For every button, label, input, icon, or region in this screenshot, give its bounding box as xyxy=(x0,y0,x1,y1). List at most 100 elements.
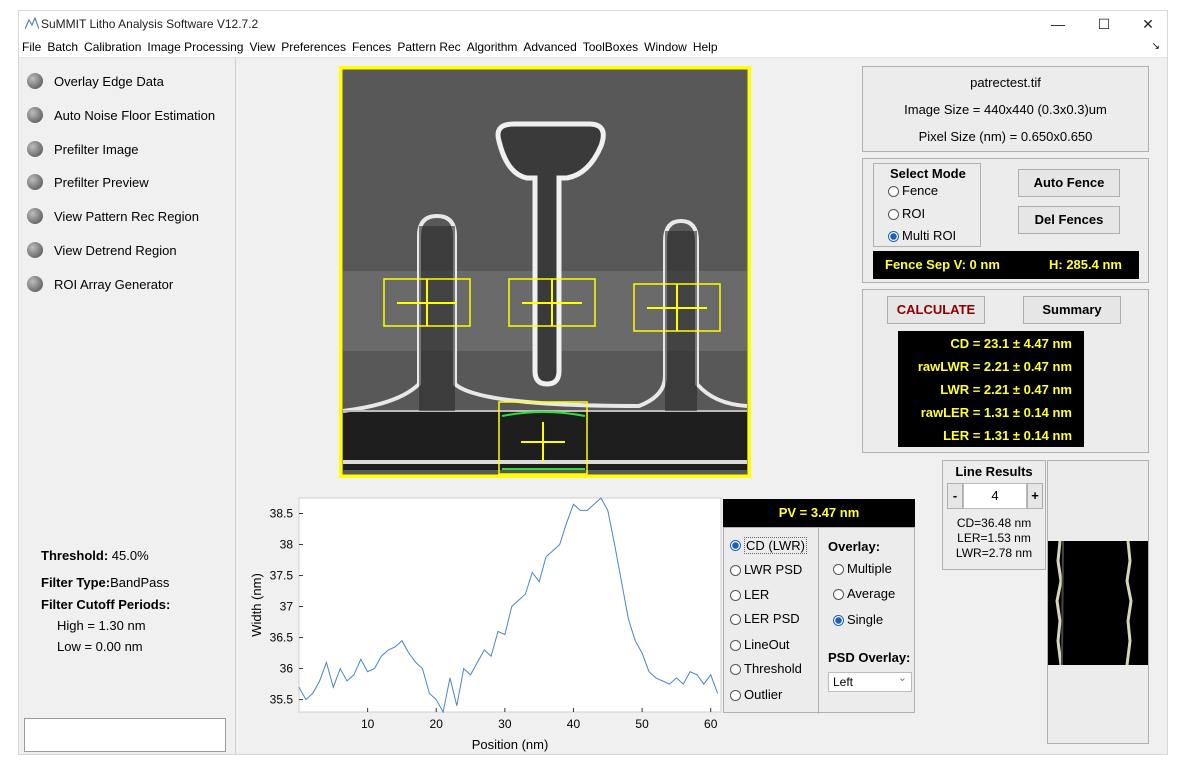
line-index-field[interactable]: 4 xyxy=(963,483,1027,509)
radio-threshold[interactable] xyxy=(730,664,741,675)
y-tick-label: 36.5 xyxy=(270,631,294,645)
close-button[interactable]: ✕ xyxy=(1125,13,1167,35)
toggle-label-roi-array: ROI Array Generator xyxy=(54,277,174,292)
line-preview-panel xyxy=(1047,460,1149,744)
title-bar: SuMMIT Litho Analysis Software V12.7.2 —… xyxy=(19,11,1167,37)
menu-preferences[interactable]: Preferences xyxy=(278,37,349,57)
radio-lineout[interactable] xyxy=(730,640,741,651)
y-tick-label: 37 xyxy=(280,600,294,614)
radio-cd-lwr-label: CD (LWR) xyxy=(744,537,807,554)
radio-fence[interactable] xyxy=(888,186,899,197)
x-tick-label: 10 xyxy=(361,717,375,731)
line-cd: CD=36.48 nm xyxy=(956,516,1032,530)
line-increment-button[interactable]: + xyxy=(1027,483,1043,509)
undock-icon[interactable]: ↘ xyxy=(1149,37,1163,57)
fence-sep-display: Fence Sep V: 0 nm H: 285.4 nm xyxy=(873,251,1139,279)
radio-multi-roi[interactable] xyxy=(888,231,899,242)
toggle-led-roi-array[interactable] xyxy=(27,276,43,292)
summary-button[interactable]: Summary xyxy=(1023,296,1121,324)
menu-view[interactable]: View xyxy=(246,37,278,57)
y-tick-label: 35.5 xyxy=(270,693,294,707)
plot-area xyxy=(298,497,722,713)
result-raw-lwr: rawLWR = 2.21 ± 0.47 nm xyxy=(917,359,1072,374)
psd-overlay-select[interactable]: Left ⌄ xyxy=(828,672,912,692)
radio-outlier[interactable] xyxy=(730,690,741,701)
cutoff-label: Filter Cutoff Periods: xyxy=(41,597,171,612)
radio-lwr-psd[interactable] xyxy=(730,565,741,576)
toggle-led-pattern-rec-region[interactable] xyxy=(27,208,43,224)
radio-roi-label: ROI xyxy=(902,206,926,221)
cutoff-low: Low = 0.00 nm xyxy=(57,639,143,654)
radio-ler[interactable] xyxy=(730,590,741,601)
filter-type-label: Filter Type: xyxy=(41,575,111,590)
menu-algorithm[interactable]: Algorithm xyxy=(464,37,521,57)
radio-overlay-multiple[interactable] xyxy=(833,564,844,575)
radio-lineout-label: LineOut xyxy=(744,637,790,652)
line-results-title: Line Results xyxy=(955,464,1033,479)
sem-image xyxy=(338,65,752,479)
menu-fences[interactable]: Fences xyxy=(349,37,394,57)
del-fences-button[interactable]: Del Fences xyxy=(1018,206,1120,234)
radio-outlier-label: Outlier xyxy=(744,687,783,702)
toggle-led-prefilter-preview[interactable] xyxy=(27,174,43,190)
x-axis-label: Position (nm) xyxy=(472,737,549,752)
app-logo-icon xyxy=(25,17,39,29)
menu-calibration[interactable]: Calibration xyxy=(81,37,144,57)
select-mode-panel: Select Mode Fence ROI Multi ROI Auto Fen… xyxy=(862,158,1149,283)
menu-pattern-rec[interactable]: Pattern Rec xyxy=(394,37,463,57)
radio-overlay-multiple-label: Multiple xyxy=(847,561,892,576)
x-tick-label: 60 xyxy=(704,717,718,731)
radio-roi[interactable] xyxy=(888,209,899,220)
y-axis-label: Width (nm) xyxy=(249,573,264,637)
cutoff-high: High = 1.30 nm xyxy=(57,618,146,633)
menu-window[interactable]: Window xyxy=(641,37,690,57)
line-ler: LER=1.53 nm xyxy=(957,531,1031,545)
toggle-label-pattern-rec-region: View Pattern Rec Region xyxy=(54,209,200,224)
select-mode-title: Select Mode xyxy=(890,166,966,181)
line-preview-image xyxy=(1048,541,1148,665)
filter-type-value: BandPass xyxy=(110,575,170,590)
threshold-value: 45.0% xyxy=(111,548,149,563)
toggle-led-auto-noise[interactable] xyxy=(27,107,43,123)
toggle-label-prefilter-preview: Prefilter Preview xyxy=(54,175,149,190)
radio-cd-lwr[interactable] xyxy=(730,540,741,551)
chevron-down-icon: ⌄ xyxy=(897,672,907,684)
results-display: CD = 23.1 ± 4.47 nm rawLWR = 2.21 ± 0.47… xyxy=(898,331,1084,447)
toggle-led-prefilter-image[interactable] xyxy=(27,141,43,157)
pv-display: PV = 3.47 nm xyxy=(723,499,915,527)
menu-file[interactable]: File xyxy=(19,37,44,57)
overlay-title: Overlay: xyxy=(828,539,881,554)
calculate-button[interactable]: CALCULATE xyxy=(887,296,985,324)
calculate-panel: CALCULATE Summary CD = 23.1 ± 4.47 nm ra… xyxy=(862,289,1149,453)
select-mode-group: Select Mode Fence ROI Multi ROI xyxy=(873,163,981,247)
x-tick-label: 50 xyxy=(635,717,649,731)
menu-toolboxes[interactable]: ToolBoxes xyxy=(580,37,641,57)
radio-ler-label: LER xyxy=(744,587,770,602)
result-raw-ler: rawLER = 1.31 ± 0.14 nm xyxy=(920,405,1072,420)
menu-batch[interactable]: Batch xyxy=(44,37,81,57)
auto-fence-button[interactable]: Auto Fence xyxy=(1018,169,1120,197)
result-lwr: LWR = 2.21 ± 0.47 nm xyxy=(940,382,1072,397)
radio-threshold-label: Threshold xyxy=(744,661,802,676)
toggle-led-detrend-region[interactable] xyxy=(27,242,43,258)
result-ler: LER = 1.31 ± 0.14 nm xyxy=(943,428,1072,443)
radio-ler-psd[interactable] xyxy=(730,614,741,625)
toggle-label-prefilter-image: Prefilter Image xyxy=(54,142,139,157)
minimize-icon: — xyxy=(1051,16,1065,32)
radio-overlay-single[interactable] xyxy=(833,615,844,626)
menu-image-processing[interactable]: Image Processing xyxy=(144,37,246,57)
threshold-label: Threshold: xyxy=(41,548,109,563)
close-icon: ✕ xyxy=(1142,16,1154,32)
maximize-button[interactable]: ☐ xyxy=(1081,13,1127,35)
filter-type-row: Filter Type:BandPass xyxy=(41,575,169,590)
menu-help[interactable]: Help xyxy=(690,37,721,57)
y-tick-label: 36 xyxy=(280,662,294,676)
result-cd: CD = 23.1 ± 4.47 nm xyxy=(950,336,1072,351)
radio-overlay-average[interactable] xyxy=(833,589,844,600)
menu-advanced[interactable]: Advanced xyxy=(520,37,579,57)
minimize-button[interactable]: — xyxy=(1035,13,1081,35)
fence-sep-h: H: 285.4 nm xyxy=(1049,257,1122,272)
sem-image-view[interactable] xyxy=(338,65,752,479)
line-decrement-button[interactable]: - xyxy=(947,483,963,509)
toggle-led-overlay-edge-data[interactable] xyxy=(27,73,43,89)
